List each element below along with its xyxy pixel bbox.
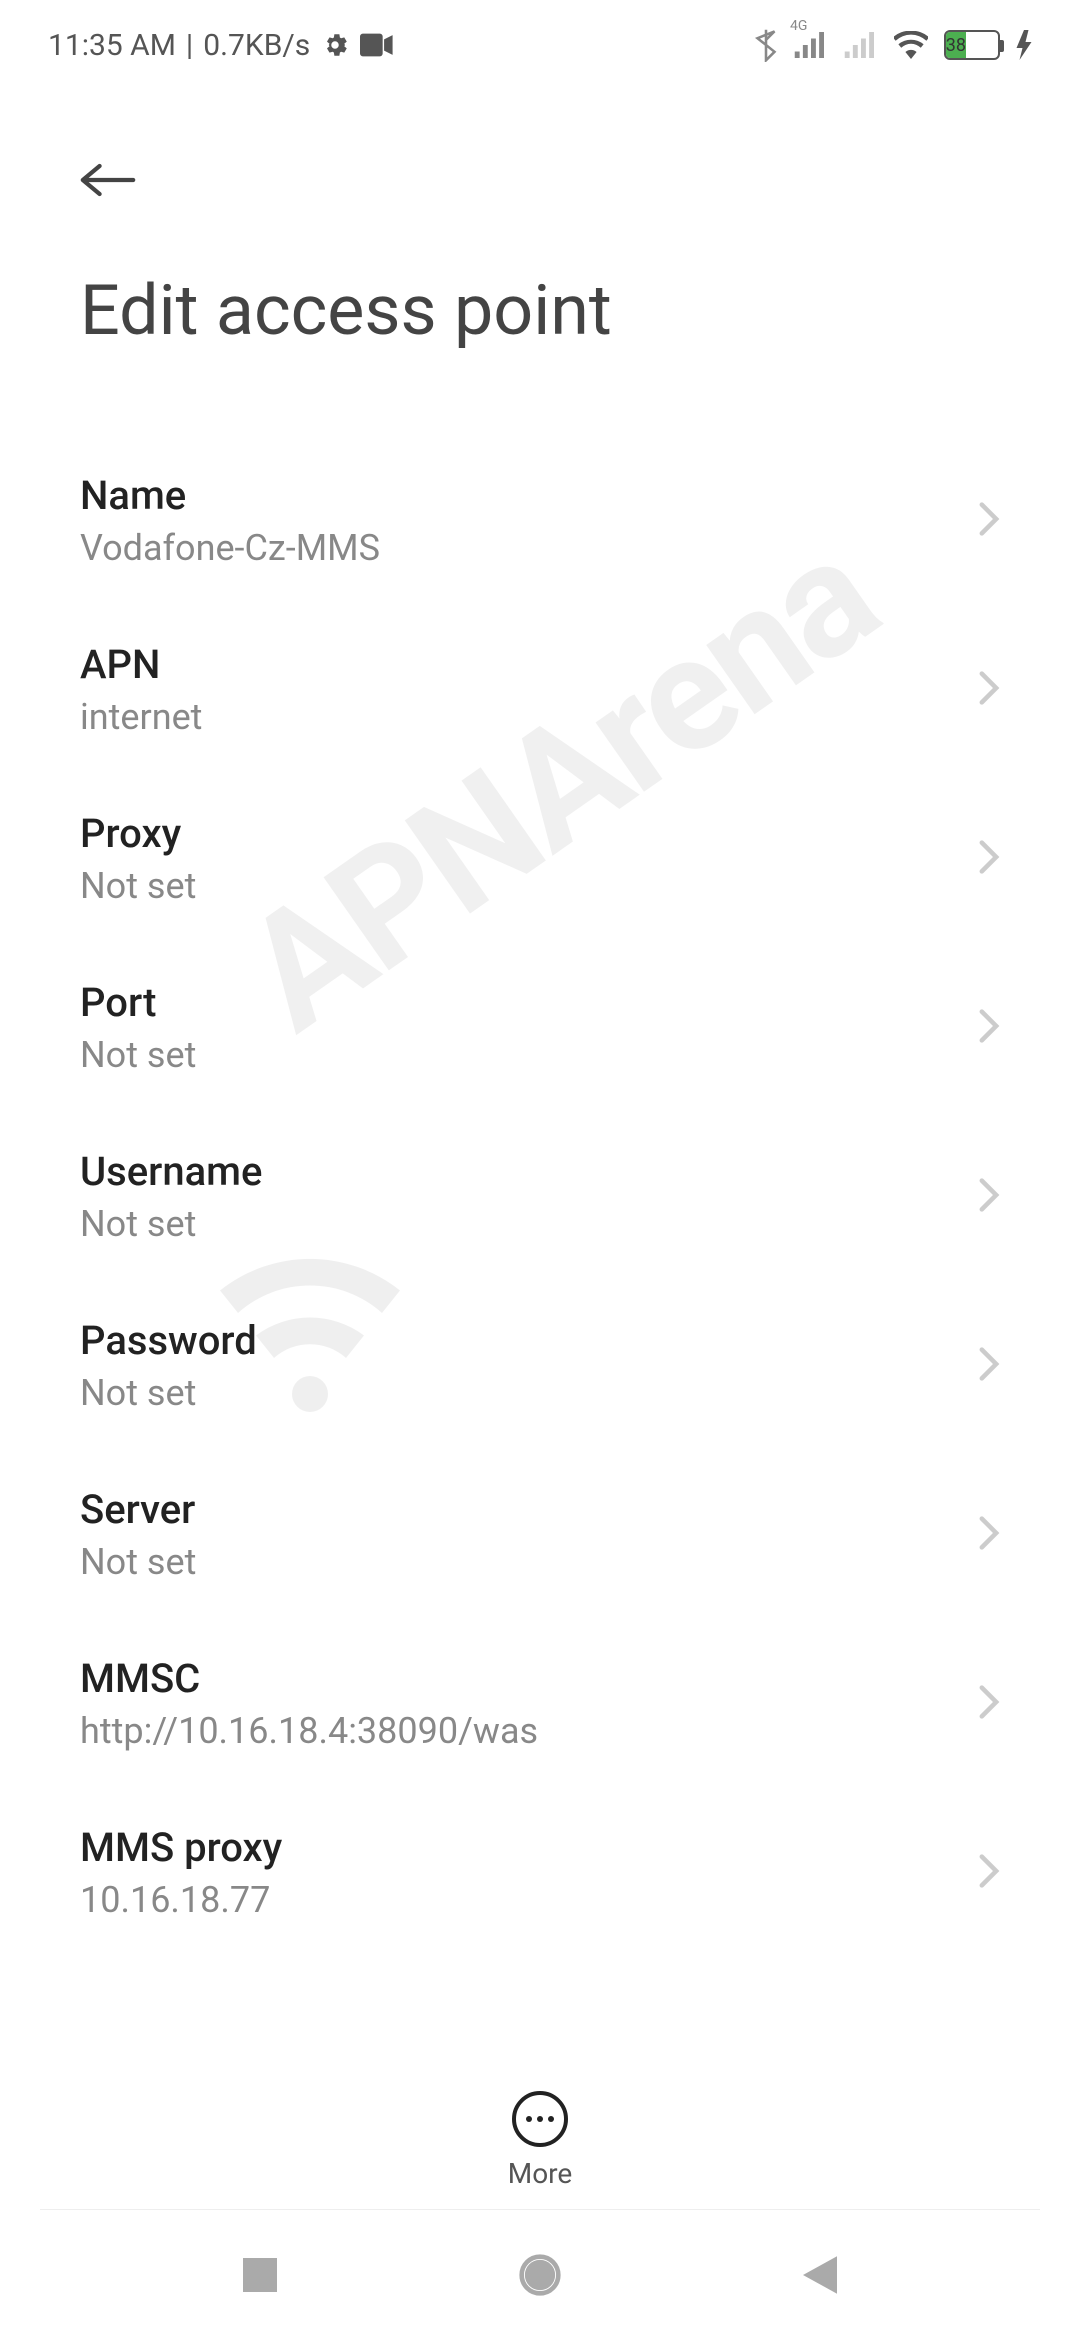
- status-left: 11:35 AM | 0.7KB/s: [48, 28, 394, 63]
- chevron-right-icon: [978, 1346, 1000, 1386]
- chevron-right-icon: [978, 1008, 1000, 1048]
- status-bar: 11:35 AM | 0.7KB/s 4G 38: [0, 0, 1080, 90]
- setting-label: Server: [80, 1486, 958, 1533]
- setting-value: internet: [80, 696, 958, 738]
- setting-row[interactable]: Password Not set: [0, 1281, 1080, 1450]
- nav-back-button[interactable]: [790, 2245, 850, 2305]
- setting-row[interactable]: MMS proxy 10.16.18.77: [0, 1788, 1080, 1957]
- status-right: 4G 38: [754, 28, 1032, 62]
- setting-label: Password: [80, 1317, 958, 1364]
- bottom-action-bar: More: [0, 2091, 1080, 2210]
- chevron-right-icon: [978, 839, 1000, 879]
- chevron-right-icon: [978, 1853, 1000, 1893]
- chevron-right-icon: [978, 501, 1000, 541]
- wifi-icon: [894, 31, 928, 59]
- signal-none-icon: [844, 32, 878, 58]
- chevron-right-icon: [978, 670, 1000, 710]
- setting-text: Proxy Not set: [80, 810, 958, 907]
- camera-icon: [360, 33, 394, 57]
- chevron-right-icon: [978, 1684, 1000, 1724]
- setting-value: Vodafone-Cz-MMS: [80, 527, 958, 569]
- setting-row[interactable]: MMSC http://10.16.18.4:38090/was: [0, 1619, 1080, 1788]
- setting-value: Not set: [80, 1203, 958, 1245]
- back-section: [0, 90, 1080, 230]
- nav-recents-button[interactable]: [230, 2245, 290, 2305]
- setting-text: Password Not set: [80, 1317, 958, 1414]
- charging-icon: [1016, 30, 1032, 60]
- setting-row[interactable]: APN internet: [0, 605, 1080, 774]
- setting-text: Name Vodafone-Cz-MMS: [80, 472, 958, 569]
- setting-value: Not set: [80, 1541, 958, 1583]
- setting-label: APN: [80, 641, 958, 688]
- setting-text: Username Not set: [80, 1148, 958, 1245]
- more-label: More: [508, 2157, 573, 2190]
- nav-home-button[interactable]: [510, 2245, 570, 2305]
- setting-text: Server Not set: [80, 1486, 958, 1583]
- gear-icon: [320, 30, 350, 60]
- content-area: APNArena Name Vodafone-Cz-MMS APN intern…: [0, 412, 1080, 2132]
- setting-row[interactable]: Username Not set: [0, 1112, 1080, 1281]
- more-icon: [512, 2091, 568, 2147]
- status-time: 11:35 AM: [48, 28, 176, 63]
- chevron-right-icon: [978, 1515, 1000, 1555]
- signal-4g-icon: 4G: [794, 32, 828, 58]
- setting-value: 10.16.18.77: [80, 1879, 958, 1921]
- setting-row[interactable]: Name Vodafone-Cz-MMS: [0, 412, 1080, 605]
- battery-icon: 38: [944, 30, 1000, 60]
- setting-value: Not set: [80, 1372, 958, 1414]
- navigation-bar: [0, 2210, 1080, 2340]
- setting-label: Name: [80, 472, 958, 519]
- setting-value: Not set: [80, 865, 958, 907]
- setting-text: MMSC http://10.16.18.4:38090/was: [80, 1655, 958, 1752]
- more-button[interactable]: More: [508, 2091, 573, 2190]
- setting-label: Username: [80, 1148, 958, 1195]
- setting-value: http://10.16.18.4:38090/was: [80, 1710, 958, 1752]
- setting-label: MMS proxy: [80, 1824, 958, 1871]
- setting-text: MMS proxy 10.16.18.77: [80, 1824, 958, 1921]
- chevron-right-icon: [978, 1177, 1000, 1217]
- setting-row[interactable]: Server Not set: [0, 1450, 1080, 1619]
- status-speed: 0.7KB/s: [203, 28, 310, 63]
- settings-list: Name Vodafone-Cz-MMS APN internet Proxy …: [0, 412, 1080, 1957]
- setting-text: APN internet: [80, 641, 958, 738]
- setting-value: Not set: [80, 1034, 958, 1076]
- setting-row[interactable]: Port Not set: [0, 943, 1080, 1112]
- page-title: Edit access point: [0, 230, 1080, 412]
- setting-label: Proxy: [80, 810, 958, 857]
- setting-text: Port Not set: [80, 979, 958, 1076]
- setting-row[interactable]: Proxy Not set: [0, 774, 1080, 943]
- setting-label: Port: [80, 979, 958, 1026]
- bluetooth-icon: [754, 28, 778, 62]
- setting-label: MMSC: [80, 1655, 958, 1702]
- back-button[interactable]: [80, 150, 140, 210]
